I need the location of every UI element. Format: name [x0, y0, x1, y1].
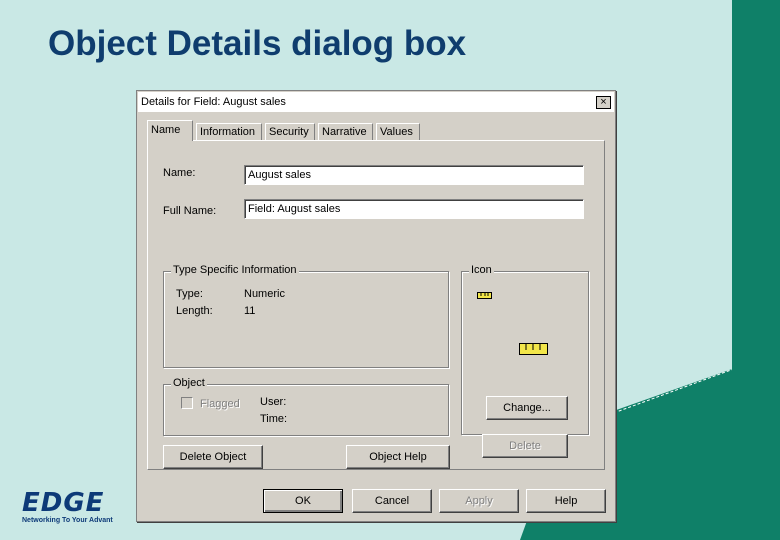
type-value: Numeric — [244, 288, 285, 300]
type-group-legend: Type Specific Information — [171, 264, 299, 276]
details-dialog: Details for Field: August sales × Name I… — [136, 90, 616, 522]
dialog-titlebar: Details for Field: August sales × — [138, 92, 614, 112]
name-field[interactable]: August sales — [244, 165, 584, 185]
length-label: Length: — [176, 305, 213, 317]
tab-information[interactable]: Information — [196, 123, 262, 140]
company-logo: EDGE Networking To Your Advant — [22, 490, 113, 524]
name-tab-panel: Name: August sales Full Name: Field: Aug… — [147, 140, 605, 470]
ruler-small-icon — [477, 292, 492, 299]
delete-button[interactable]: Delete — [482, 434, 568, 458]
help-button[interactable]: Help — [526, 489, 606, 513]
dialog-title: Details for Field: August sales — [141, 96, 286, 108]
object-group: Object Flagged User: Time: — [163, 377, 449, 436]
full-name-label: Full Name: — [163, 205, 217, 217]
change-button[interactable]: Change... — [486, 396, 568, 420]
close-icon[interactable]: × — [596, 96, 611, 109]
tab-name[interactable]: Name — [147, 120, 193, 141]
flagged-checkbox[interactable] — [181, 397, 193, 409]
tab-values[interactable]: Values — [376, 123, 420, 140]
object-group-legend: Object — [171, 377, 207, 389]
slide-title: Object Details dialog box — [48, 24, 467, 63]
name-label: Name: — [163, 167, 196, 179]
cancel-button[interactable]: Cancel — [352, 489, 432, 513]
icon-group-legend: Icon — [469, 264, 494, 276]
time-label: Time: — [260, 413, 288, 425]
user-label: User: — [260, 396, 287, 408]
type-specific-info-group: Type Specific Information Type: Numeric … — [163, 264, 449, 368]
ruler-large-icon — [519, 343, 548, 355]
apply-button[interactable]: Apply — [439, 489, 519, 513]
teal-side-bar — [732, 0, 780, 540]
tab-narrative[interactable]: Narrative — [318, 123, 373, 140]
tab-security[interactable]: Security — [265, 123, 315, 140]
object-help-button[interactable]: Object Help — [346, 445, 450, 469]
logo-wordmark: EDGE — [22, 488, 105, 518]
delete-object-button[interactable]: Delete Object — [163, 445, 263, 469]
flagged-label: Flagged — [200, 398, 240, 410]
ok-button[interactable]: OK — [263, 489, 343, 513]
length-value: 11 — [244, 305, 256, 317]
icon-group: Icon Change... — [461, 264, 589, 435]
logo-tagline: Networking To Your Advant — [22, 517, 113, 524]
full-name-field[interactable]: Field: August sales — [244, 199, 584, 219]
type-label: Type: — [176, 288, 203, 300]
